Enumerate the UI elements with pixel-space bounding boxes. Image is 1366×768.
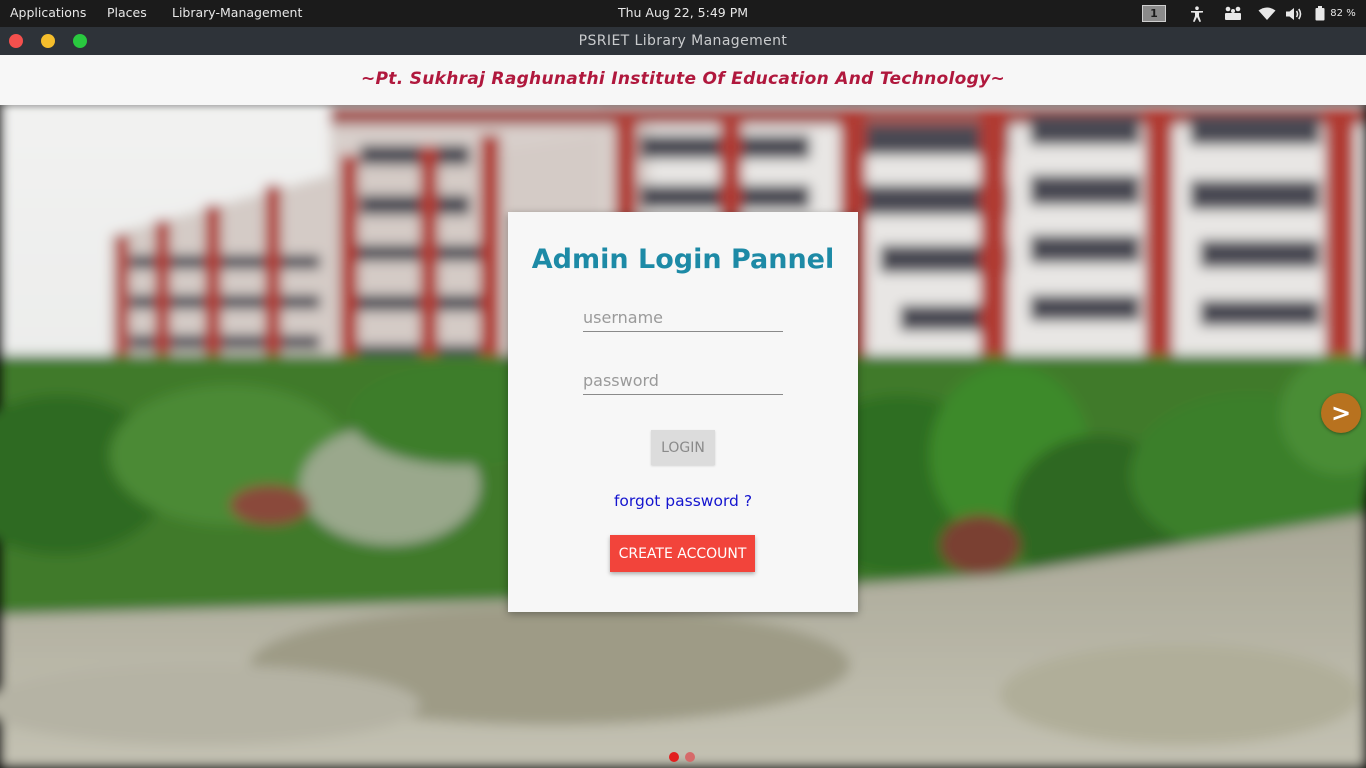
battery-percent: 82 % [1330,8,1356,19]
system-top-bar: Applications Places Library-Management T… [0,0,1366,27]
accessibility-icon[interactable] [1188,0,1206,27]
password-input[interactable] [583,367,783,395]
wifi-icon[interactable] [1257,0,1277,27]
create-account-button[interactable]: CREATE ACCOUNT [610,535,755,572]
forgot-password-link[interactable]: forgot password ? [508,492,858,510]
login-panel-title: Admin Login Pannel [531,244,835,275]
carousel-dot[interactable] [685,752,695,762]
applications-menu[interactable]: Applications [10,5,86,20]
places-menu[interactable]: Places [107,5,147,20]
app-content: ~Pt. Sukhraj Raghunathi Institute Of Edu… [0,55,1366,768]
network-share-icon[interactable] [1222,0,1244,27]
carousel-next-button[interactable]: > [1321,393,1361,433]
username-input[interactable] [583,304,783,332]
login-panel: Admin Login Pannel LOGIN forgot password… [508,212,858,612]
battery-icon[interactable] [1312,0,1328,27]
chevron-right-icon: > [1330,399,1352,427]
carousel-dot-active[interactable] [669,752,679,762]
institute-name: ~Pt. Sukhraj Raghunathi Institute Of Edu… [360,69,1006,89]
workspace-indicator[interactable]: 1 [1142,5,1166,22]
institute-header: ~Pt. Sukhraj Raghunathi Institute Of Edu… [0,55,1366,105]
clock[interactable]: Thu Aug 22, 5:49 PM [618,5,748,20]
volume-icon[interactable] [1284,0,1304,27]
window-title: PSRIET Library Management [578,33,788,49]
active-app-menu[interactable]: Library-Management [172,5,302,20]
login-button[interactable]: LOGIN [651,430,715,465]
window-title-bar[interactable]: PSRIET Library Management [0,27,1366,55]
